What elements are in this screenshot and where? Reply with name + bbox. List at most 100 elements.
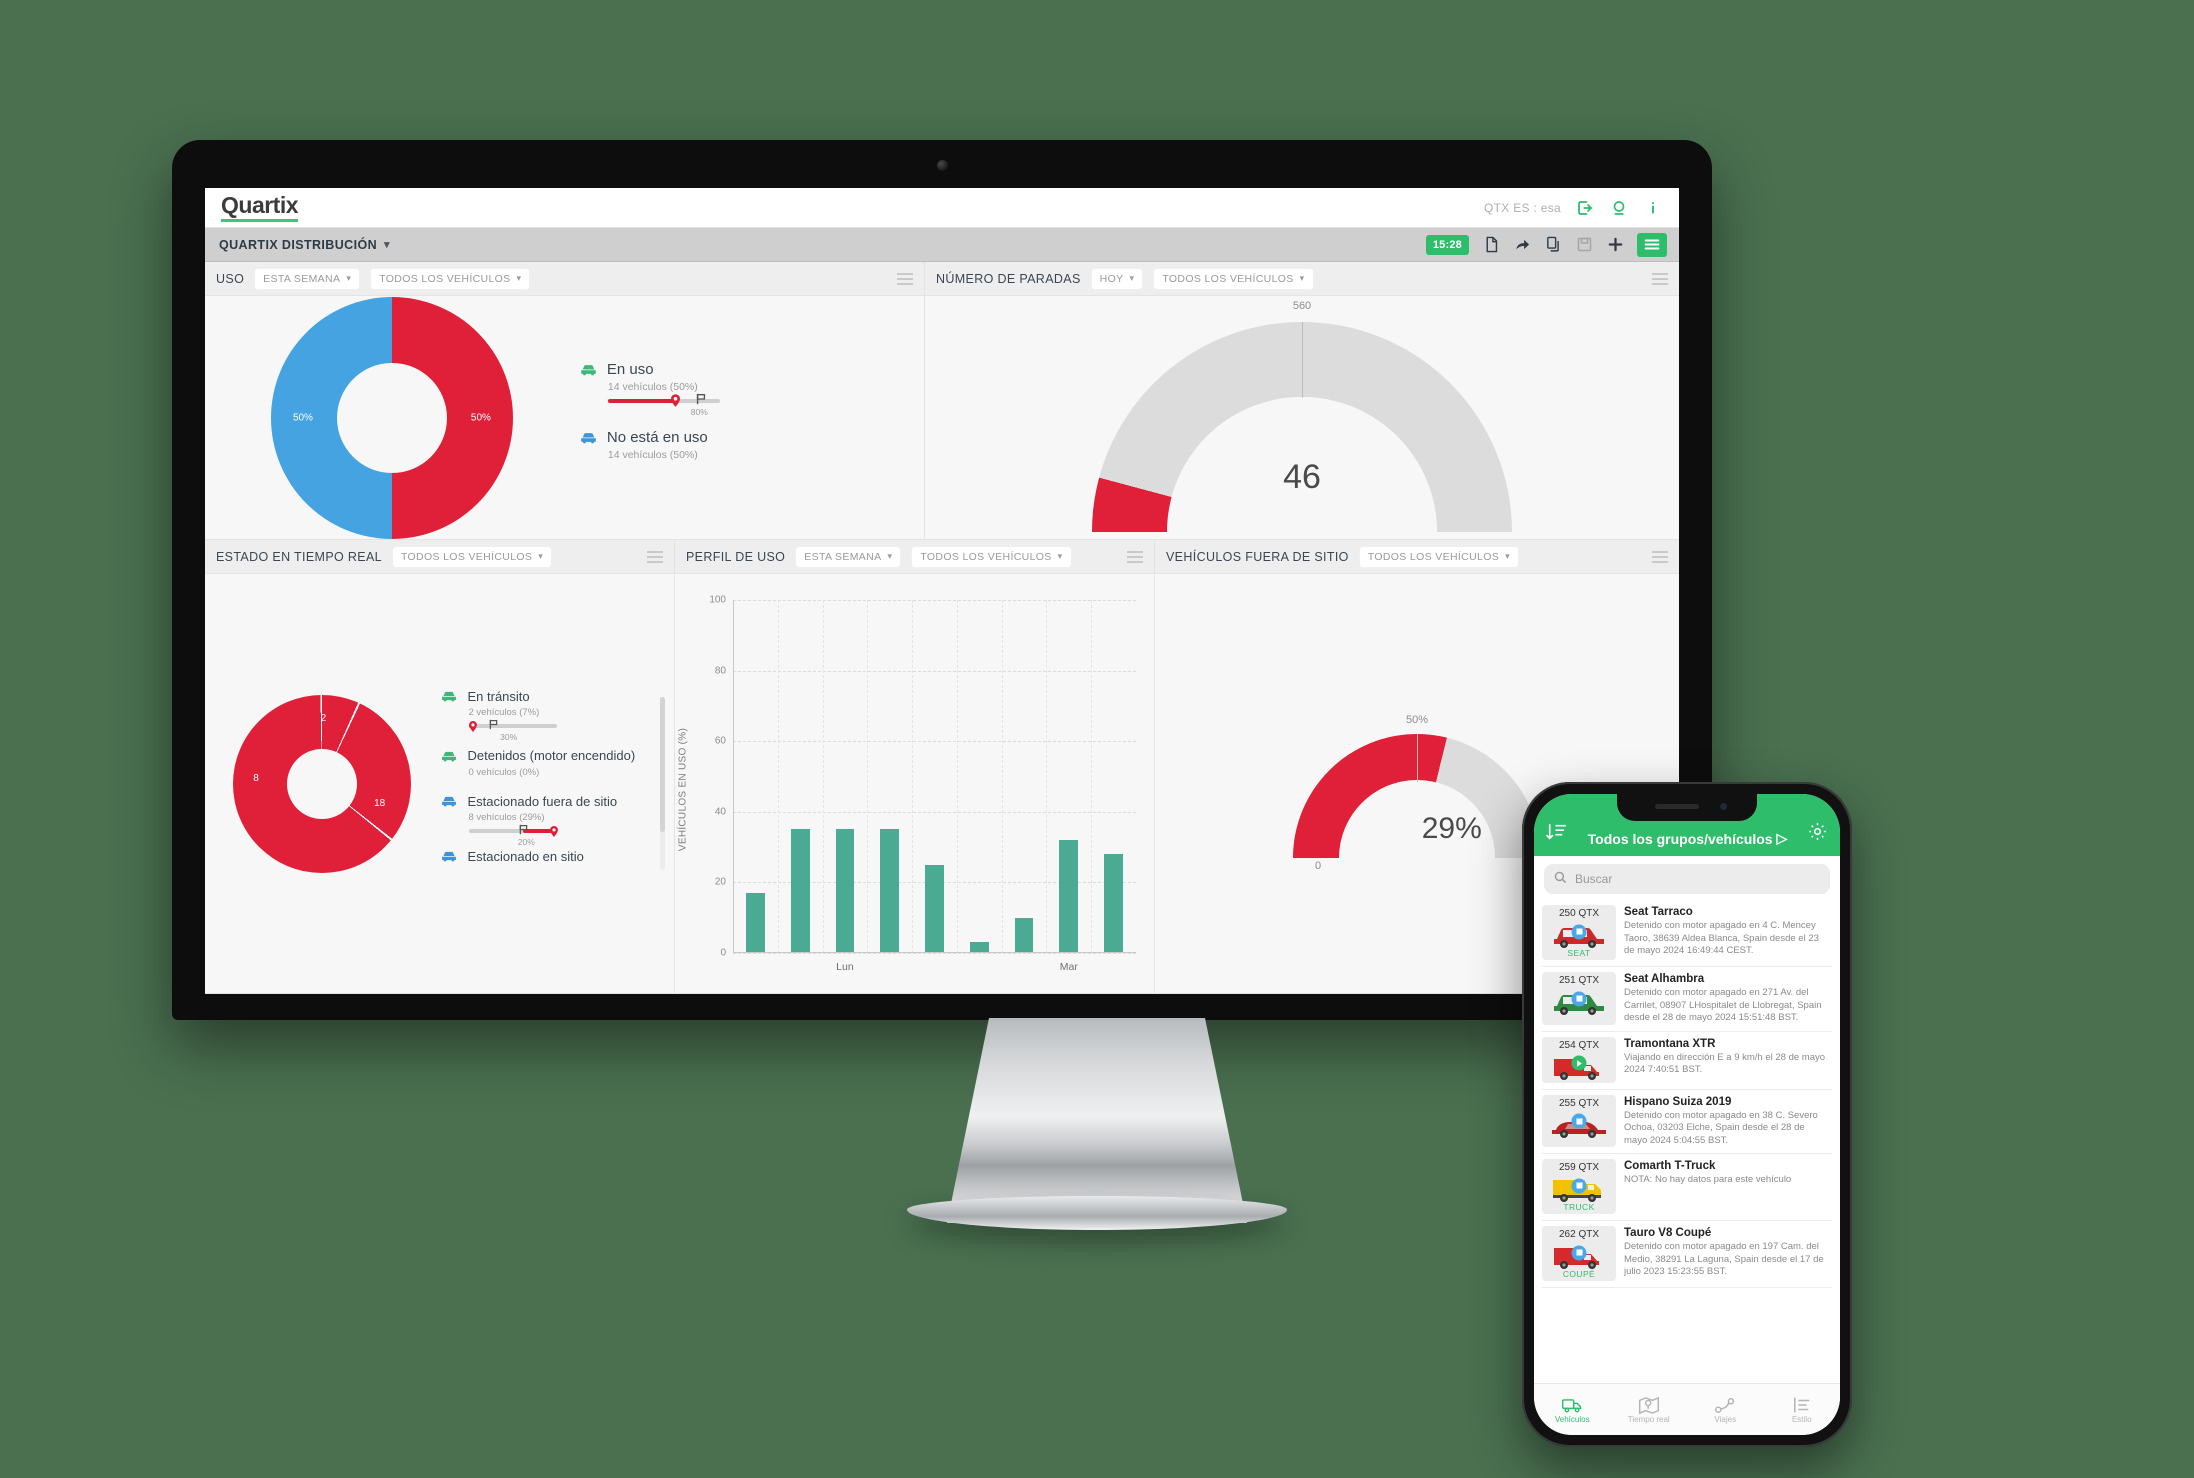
search-input[interactable]: Buscar [1544,864,1830,894]
search-icon [1554,871,1567,887]
vehicle-list-item[interactable]: 255 QTX Hispano Suiza 2019 Detenido con m… [1542,1090,1832,1155]
vehicle-list-item[interactable]: 262 QTX COUPÉ Tauro V8 Coupé Detenido con … [1542,1221,1832,1289]
bar[interactable] [1014,917,1034,953]
vehicle-thumbnail: 251 QTX [1542,972,1616,1025]
vehicle-list-item[interactable]: 259 QTX TRUCK Comarth T-Truck NOTA: No hay… [1542,1154,1832,1222]
legend-item-estacionado-en-sitio: Estacionado en sitio [440,849,649,864]
stopped-badge-icon [1571,1245,1587,1261]
copy-icon[interactable] [1544,236,1562,254]
vehicle-icon [1548,1109,1610,1139]
panel-paradas-title: NÚMERO DE PARADAS [936,271,1081,286]
uso-vehicles-filter[interactable]: TODOS LOS VEHÍCULOS ▾ [370,267,531,290]
car-icon [579,431,598,444]
panel-paradas-menu-icon[interactable] [1652,272,1668,285]
bar[interactable] [1104,854,1124,953]
bar-slot [867,600,912,953]
hamburger-menu-icon[interactable] [1637,232,1667,257]
chevron-down-icon: ▾ [346,273,352,283]
vehicle-list-item[interactable]: 254 QTX Tramontana XTR Viajando en direcc… [1542,1032,1832,1090]
legend-sub: 14 vehículos (50%) [607,448,698,461]
plus-icon[interactable] [1606,236,1624,254]
nav-item-truck[interactable]: Vehículos [1534,1395,1611,1424]
chevron-down-icon: ▾ [1057,551,1063,561]
phone-screen: Todos los grupos/vehículos ▷ Buscar 250 … [1534,794,1840,1435]
chevron-down-icon: ▾ [516,273,522,283]
paradas-period-filter[interactable]: HOY ▾ [1090,267,1144,290]
paradas-vehicles-label: TODOS LOS VEHÍCULOS [1162,272,1294,285]
perfil-vehicles-filter[interactable]: TODOS LOS VEHÍCULOS ▾ [911,545,1072,568]
bar[interactable] [835,829,855,953]
nav-item-route[interactable]: Viajes [1687,1395,1764,1424]
phone-frame: Todos los grupos/vehículos ▷ Buscar 250 … [1522,782,1852,1447]
bar[interactable] [1059,840,1079,953]
breadcrumb[interactable]: QUARTIX DISTRIBUCIÓN ▾ [219,238,390,252]
y-tick-label: 80 [714,665,726,677]
speaker-icon [1655,804,1699,809]
phone-bottom-nav: Vehículos Tiempo real Viajes Estilo [1534,1383,1840,1435]
perfil-period-filter[interactable]: ESTA SEMANA ▾ [795,545,902,568]
panel-estado-menu-icon[interactable] [647,550,663,563]
perfil-bars [733,600,1136,953]
legend-item-en-uso: En uso 14 vehículos (50%) 80% [579,361,904,417]
info-icon[interactable] [1643,198,1663,218]
sort-descending-icon[interactable] [1546,822,1568,847]
car-icon [440,750,459,763]
map-pin-icon [1611,1395,1688,1415]
chevron-right-icon: ▷ [1776,830,1788,846]
perfil-bar-chart: VEHÍCULOS EN USO (%) 0 20 40 60 80 100 Lun Mar [675,574,1154,993]
phone-header-title[interactable]: Todos los grupos/vehículos ▷ [1576,830,1799,847]
bar[interactable] [880,829,900,953]
bar-slot [1002,600,1047,953]
vehicle-list-item[interactable]: 250 QTX SEAT Seat Tarraco Detenido con mot… [1542,900,1832,967]
bar-slot [778,600,823,953]
vehicle-thumbnail: 262 QTX COUPÉ [1542,1226,1616,1282]
estado-slice-label-8: 8 [253,772,259,784]
support-icon[interactable] [1609,198,1629,218]
vehicle-plate: 250 QTX [1558,908,1600,919]
nav-item-map-pin[interactable]: Tiempo real [1611,1395,1688,1424]
vehicle-name: Comarth T-Truck [1624,1160,1716,1173]
paradas-vehicles-filter[interactable]: TODOS LOS VEHÍCULOS ▾ [1153,267,1314,290]
bar[interactable] [790,829,810,953]
panel-estado-title: ESTADO EN TIEMPO REAL [216,549,382,564]
account-label: QTX ES : esa [1484,200,1561,215]
legend-scrollbar[interactable] [660,697,665,870]
share-arrow-icon[interactable] [1513,236,1531,254]
fuera-vehicles-filter[interactable]: TODOS LOS VEHÍCULOS ▾ [1358,545,1519,568]
flag-icon [695,392,707,404]
panel-fuera-menu-icon[interactable] [1652,550,1668,563]
panel-estado-en-tiempo-real: ESTADO EN TIEMPO REAL TODOS LOS VEHÍCULO… [205,540,675,994]
panel-uso-menu-icon[interactable] [897,272,913,285]
nav-item-label: Viajes [1714,1415,1737,1424]
bar-slot [912,600,957,953]
estado-slice-label-18: 18 [374,797,386,809]
chevron-down-icon: ▾ [384,239,390,251]
panel-perfil-menu-icon[interactable] [1127,550,1143,563]
nav-item-list[interactable]: Estilo [1764,1395,1841,1424]
bar-slot [957,600,1002,953]
legend-sub: 0 vehículos (0%) [468,766,540,778]
bar[interactable] [745,893,765,953]
vehicle-tag: SEAT [1567,948,1591,958]
brand-logo: Quartix [221,193,299,222]
uso-period-filter[interactable]: ESTA SEMANA ▾ [254,267,361,290]
bar[interactable] [925,864,944,953]
flag-icon [488,717,500,730]
bar-slot [1091,600,1136,953]
nav-item-label: Vehículos [1554,1415,1590,1424]
vehicle-list[interactable]: 250 QTX SEAT Seat Tarraco Detenido con mot… [1534,900,1840,1383]
monitor-stand-base [907,1196,1287,1230]
fuera-vehicles-label: TODOS LOS VEHÍCULOS [1367,550,1500,563]
gear-icon[interactable] [1807,821,1828,847]
x-tick-label: Mar [1059,961,1078,973]
panel-fuera-title: VEHÍCULOS FUERA DE SITIO [1166,549,1349,564]
logout-icon[interactable] [1575,198,1595,218]
estado-vehicles-filter[interactable]: TODOS LOS VEHÍCULOS ▾ [391,545,553,568]
legend-progress: 30% [468,719,557,742]
phone-notch [1617,794,1757,821]
vehicle-tag: COUPÉ [1562,1269,1596,1280]
vehicle-list-item[interactable]: 251 QTX Seat Alhambra Detenido con motor … [1542,967,1832,1032]
uso-vehicles-label: TODOS LOS VEHÍCULOS [379,272,511,285]
chevron-down-icon: ▾ [1129,273,1135,283]
new-document-icon[interactable] [1482,236,1500,254]
